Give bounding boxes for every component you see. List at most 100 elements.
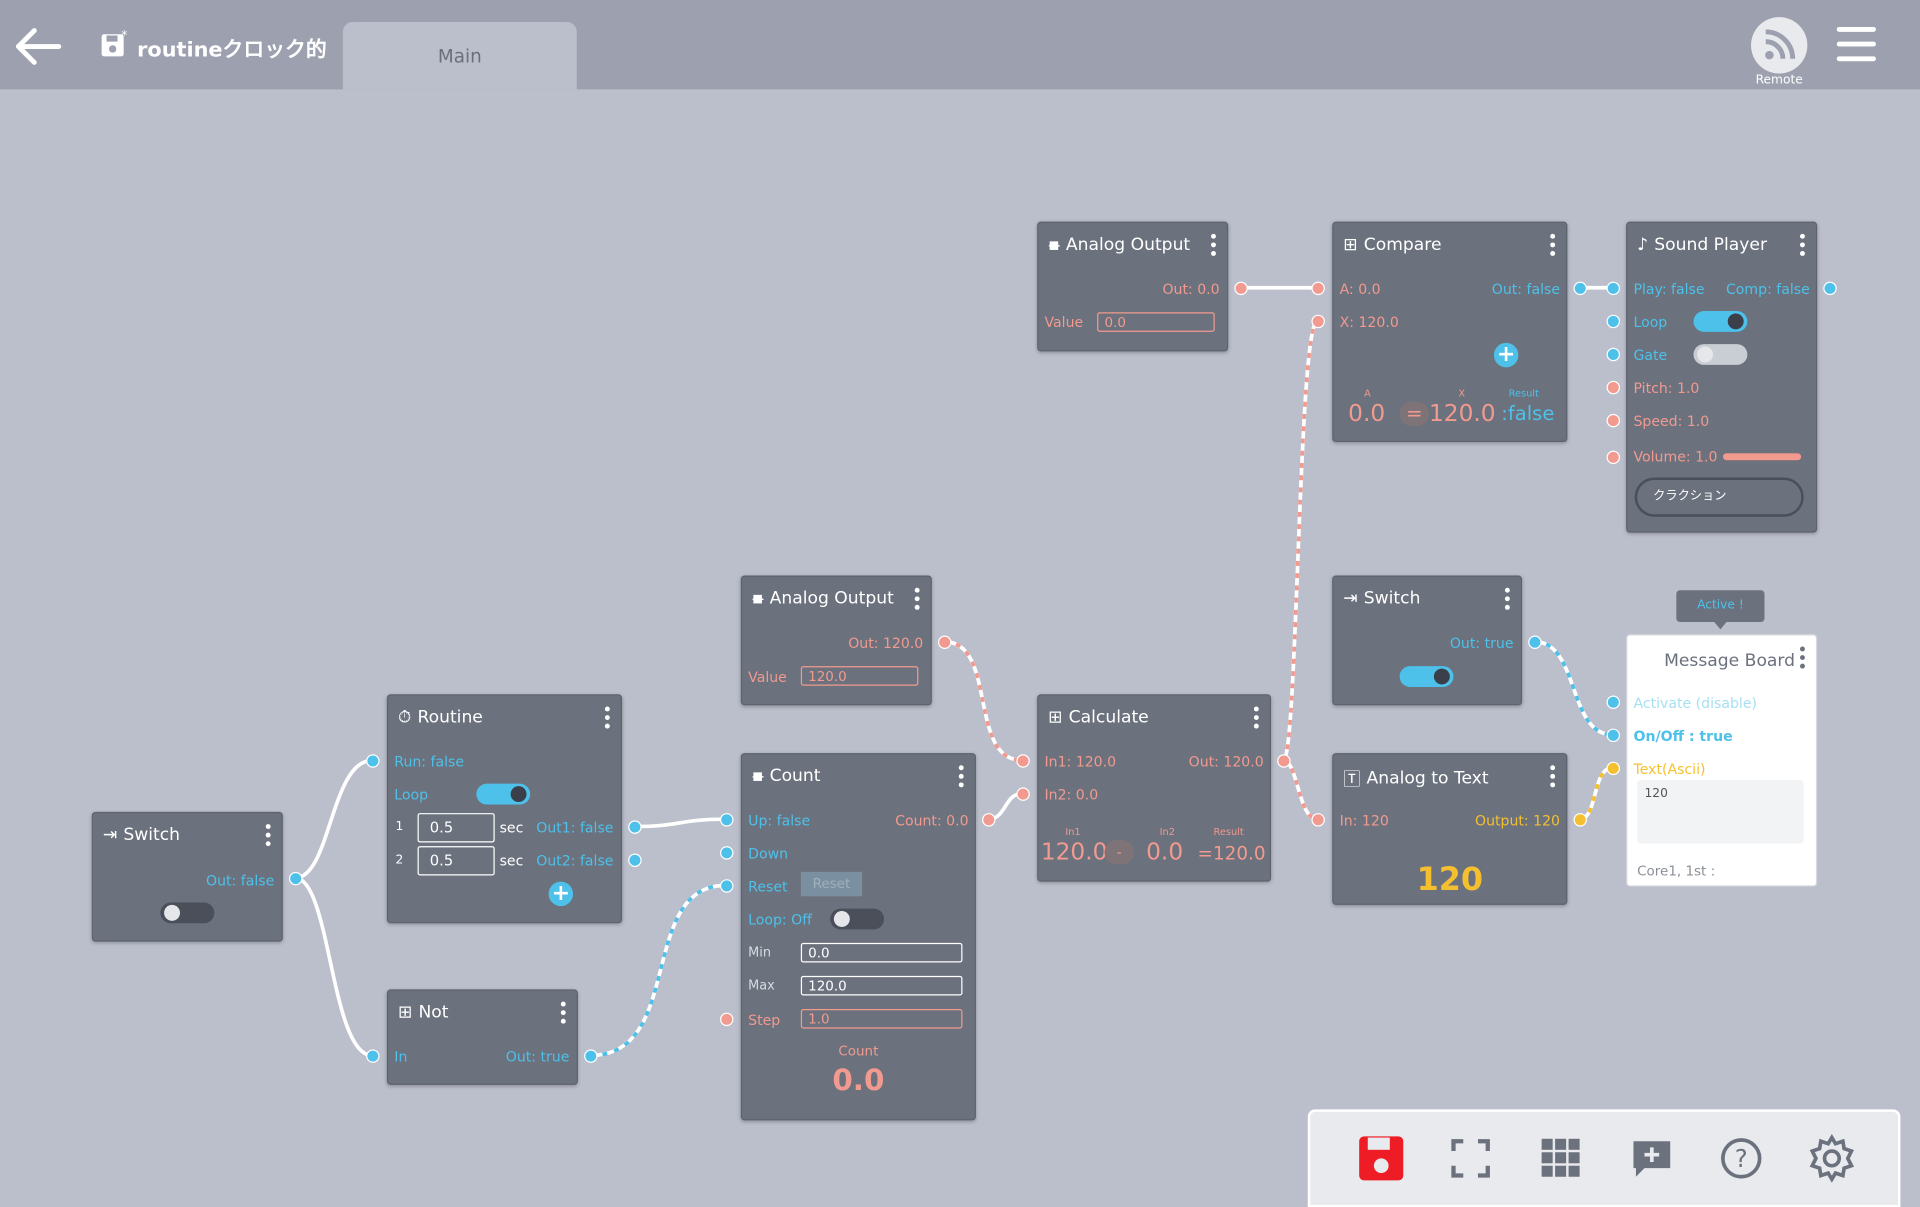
wire [1534, 639, 1613, 737]
reset-label: Reset [748, 877, 788, 896]
switch-node[interactable]: ⇥ Switch Out: true [1332, 575, 1523, 706]
output-port[interactable] [937, 635, 952, 649]
input-port[interactable] [1606, 728, 1621, 743]
stopwatch-icon: ⏱ [397, 707, 412, 728]
output-port[interactable] [288, 871, 303, 886]
output-port[interactable] [628, 820, 642, 834]
text-display: 120 [1416, 862, 1484, 899]
input-port[interactable] [1016, 787, 1030, 801]
loop-toggle[interactable] [1693, 311, 1748, 332]
more-options-icon[interactable] [1800, 646, 1805, 673]
output-label: Out: true [1449, 634, 1514, 652]
input-port[interactable] [1016, 754, 1030, 768]
sound-button[interactable]: クラクション [1634, 477, 1804, 517]
input-port[interactable] [366, 1049, 380, 1063]
output-port[interactable] [1573, 281, 1587, 296]
input-port[interactable] [1606, 314, 1621, 329]
not-node[interactable]: ⊞ Not In Out: true [386, 989, 578, 1085]
input-port[interactable] [1311, 314, 1325, 329]
input-port[interactable] [366, 754, 380, 768]
min-input[interactable]: 0.0 [800, 942, 963, 963]
input-port[interactable] [1311, 281, 1325, 296]
wire [943, 639, 1023, 763]
input-port[interactable] [1606, 695, 1621, 709]
value-input[interactable]: 0.0 [1097, 312, 1215, 332]
more-options-icon[interactable] [958, 765, 964, 791]
more-options-icon[interactable] [1800, 233, 1805, 260]
step-input[interactable]: 1.0 [800, 1008, 963, 1029]
more-options-icon[interactable] [914, 587, 920, 614]
input-port[interactable] [720, 846, 734, 860]
output-port[interactable] [982, 813, 996, 827]
more-options-icon[interactable] [1253, 706, 1259, 733]
switch-toggle[interactable] [160, 902, 215, 924]
add-comment-icon[interactable] [1627, 1134, 1676, 1183]
input-port[interactable] [720, 1012, 734, 1027]
output-port[interactable] [1573, 813, 1587, 827]
help-icon[interactable]: ? [1717, 1134, 1766, 1183]
input-port[interactable] [1606, 761, 1621, 776]
value-label: Value [1044, 313, 1084, 331]
more-options-icon[interactable] [604, 706, 610, 733]
more-options-icon[interactable] [1211, 233, 1216, 260]
output-port[interactable] [1277, 754, 1291, 768]
output-port[interactable] [1823, 281, 1837, 296]
loop-label: Loop [1633, 313, 1668, 331]
loop-label: Loop: Off [748, 911, 812, 929]
input-port[interactable] [720, 879, 734, 893]
message-board-node[interactable]: Message Board Activate (disable) On/Off … [1626, 634, 1818, 887]
more-options-icon[interactable] [1550, 233, 1556, 260]
speed-label: Speed: 1.0 [1633, 412, 1710, 430]
input-port[interactable] [1606, 347, 1621, 362]
output-port[interactable] [1528, 635, 1542, 649]
settings-icon[interactable] [1807, 1133, 1856, 1183]
output-port[interactable] [1234, 281, 1248, 296]
analog-output-node[interactable]: ▪̶ Analog Output Out: 120.0 Value 120.0 [740, 575, 932, 706]
calculate-node[interactable]: ⊞ Calculate In1: 120.0 Out: 120.0 In2: 0.… [1037, 694, 1272, 882]
input-port[interactable] [1606, 413, 1621, 428]
routine-node[interactable]: ⏱ Routine Run: false Loop 1 0.5 sec Out1:… [386, 694, 623, 924]
analog-to-text-node[interactable]: 🅃 Analog to Text In: 120 Output: 120 120 [1332, 753, 1568, 905]
grid-icon[interactable] [1537, 1134, 1586, 1183]
loop-toggle[interactable] [830, 908, 885, 930]
operator-button[interactable]: - [1104, 840, 1134, 865]
node-title: Analog to Text [1366, 768, 1489, 789]
text-icon: 🅃 [1343, 770, 1361, 790]
volume-slider[interactable] [1722, 453, 1802, 461]
reset-button[interactable]: Reset [800, 871, 863, 897]
input-port[interactable] [1606, 450, 1621, 465]
value-input[interactable]: 120.0 [800, 666, 919, 686]
more-options-icon[interactable] [560, 1001, 566, 1028]
gate-toggle[interactable] [1693, 344, 1748, 365]
max-input[interactable]: 120.0 [800, 975, 963, 996]
output-label: Out: 120.0 [848, 634, 924, 652]
save-icon[interactable] [1357, 1134, 1406, 1183]
message-text-area[interactable]: 120 [1637, 780, 1804, 844]
switch-toggle[interactable] [1399, 666, 1454, 687]
node-title: Switch [123, 825, 181, 845]
input-port[interactable] [1606, 380, 1621, 395]
output-port[interactable] [628, 853, 642, 867]
row-index: 1 [395, 820, 404, 834]
count-node[interactable]: ▪̶ Count Up: false Count: 0.0 Down Reset … [740, 753, 976, 1121]
analog-output-node[interactable]: ▪̶ Analog Output Out: 0.0 Value 0.0 [1037, 221, 1229, 352]
loop-label: Loop [394, 786, 429, 804]
up-label: Up: false [748, 811, 811, 829]
interval-2-input[interactable]: 0.5 [417, 846, 495, 876]
more-options-icon[interactable] [1504, 587, 1510, 614]
input-port[interactable] [1606, 281, 1621, 296]
operator-button[interactable]: = [1399, 401, 1429, 427]
interval-1-input[interactable]: 0.5 [417, 813, 495, 843]
loop-toggle[interactable] [476, 783, 531, 805]
switch-node[interactable]: ⇥ Switch Out: false [91, 811, 283, 942]
input-port[interactable] [720, 813, 734, 827]
fullscreen-icon[interactable] [1446, 1134, 1495, 1183]
sound-player-node[interactable]: ♪ Sound Player Play: false Comp: false Lo… [1626, 221, 1818, 533]
add-row-button[interactable]: + [548, 881, 574, 907]
add-input-button[interactable]: + [1493, 342, 1519, 368]
more-options-icon[interactable] [1550, 765, 1556, 791]
input-port[interactable] [1311, 813, 1325, 827]
output-port[interactable] [584, 1049, 598, 1063]
more-options-icon[interactable] [265, 824, 271, 850]
compare-node[interactable]: ⊞ Compare A: 0.0 Out: false X: 120.0 + A … [1332, 221, 1568, 443]
